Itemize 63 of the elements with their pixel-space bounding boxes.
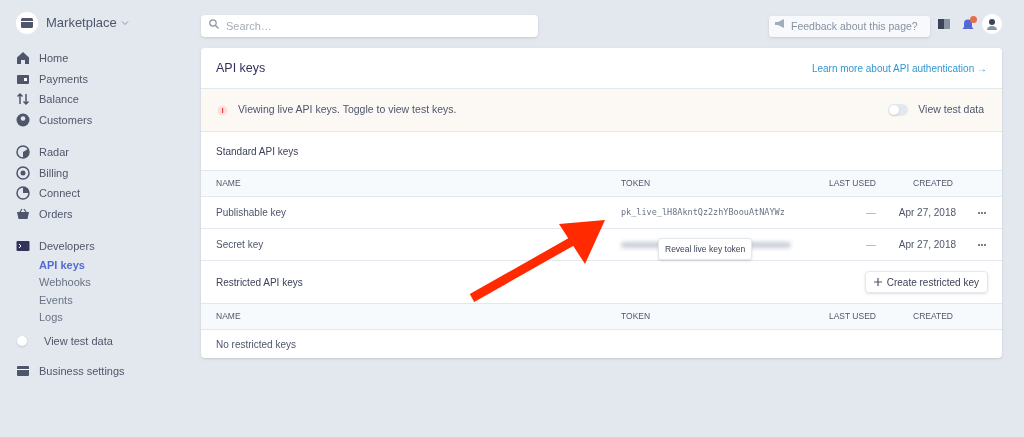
basket-icon <box>16 206 30 221</box>
card-title: API keys <box>216 59 266 77</box>
table-cell-text: — <box>865 206 876 220</box>
nav-item[interactable]: Payments <box>16 68 200 89</box>
column-header: NAME <box>216 177 242 190</box>
table-cell-text: Apr 27, 2018 <box>897 238 956 252</box>
toggle-switch[interactable] <box>888 104 909 116</box>
more-icon[interactable] <box>977 242 987 247</box>
toggle-label: View test data <box>918 102 984 118</box>
search-field[interactable]: Search… <box>201 14 538 37</box>
toggle-label: View test data <box>44 333 113 349</box>
nav-item[interactable]: Customers <box>16 109 200 130</box>
column-header: NAME <box>216 310 242 323</box>
token-cell: pk_live_lH8AkntQz2zhYBoouAtNAYWz <box>621 206 785 219</box>
terminal-icon <box>16 239 30 254</box>
nav-item[interactable]: Billing <box>16 162 200 183</box>
store-icon <box>16 364 30 379</box>
nav-item[interactable]: Balance <box>16 89 200 110</box>
nav-subitem[interactable]: API keys <box>16 256 200 274</box>
nav-item[interactable]: Radar <box>16 142 200 163</box>
column-header: CREATED <box>912 310 953 323</box>
empty-message: No restricted keys <box>216 337 297 352</box>
create-restricted-key-button[interactable]: Create restricted key <box>864 271 988 293</box>
nav-subitem[interactable]: Events <box>16 291 200 309</box>
pie-icon <box>16 186 30 201</box>
plus-icon <box>873 278 882 286</box>
megaphone-icon <box>775 19 785 28</box>
up-down-arrows-icon <box>16 92 30 107</box>
section-title: Restricted API keys <box>216 275 303 290</box>
docs-link[interactable]: Learn more about API authentication → <box>811 60 987 76</box>
nav-item[interactable]: Connect <box>16 183 200 204</box>
target-icon <box>16 165 30 180</box>
notifications-icon[interactable] <box>962 16 976 31</box>
nav-subitem[interactable]: Webhooks <box>16 274 200 292</box>
chevron-down-icon <box>120 19 129 27</box>
column-header: TOKEN <box>621 310 652 323</box>
nav-item[interactable]: Developers <box>16 236 200 257</box>
column-header: LAST USED <box>827 177 876 190</box>
column-header: CREATED <box>912 177 953 190</box>
section-title: Standard API keys <box>216 144 299 159</box>
account-switcher[interactable]: Marketplace <box>46 13 129 33</box>
column-header: TOKEN <box>621 177 652 190</box>
nav-item[interactable]: Business settings <box>16 363 200 380</box>
nav-item[interactable]: Home <box>16 48 200 69</box>
column-header: LAST USED <box>827 310 876 323</box>
table-cell-text: Publishable key <box>216 206 288 220</box>
home-icon <box>16 51 30 66</box>
nav-subitem[interactable]: Logs <box>16 309 200 327</box>
user-icon <box>16 112 30 127</box>
table-cell-text: — <box>865 238 876 252</box>
avatar-icon[interactable] <box>982 13 1002 34</box>
table-cell-text: Secret key <box>216 238 265 252</box>
store-logo-icon <box>16 12 38 34</box>
table-cell-text: Apr 27, 2018 <box>897 206 956 220</box>
info-icon <box>217 104 228 116</box>
more-icon[interactable] <box>977 210 987 215</box>
notice-text: Viewing live API keys. Toggle to view test keys. <box>238 102 458 118</box>
feedback-field[interactable]: Feedback about this page? <box>769 15 930 37</box>
book-icon[interactable] <box>938 17 950 30</box>
nav-item[interactable]: Orders <box>16 203 200 224</box>
radar-icon <box>16 145 30 160</box>
search-icon <box>209 18 219 29</box>
tooltip: Reveal live key token <box>658 237 753 261</box>
